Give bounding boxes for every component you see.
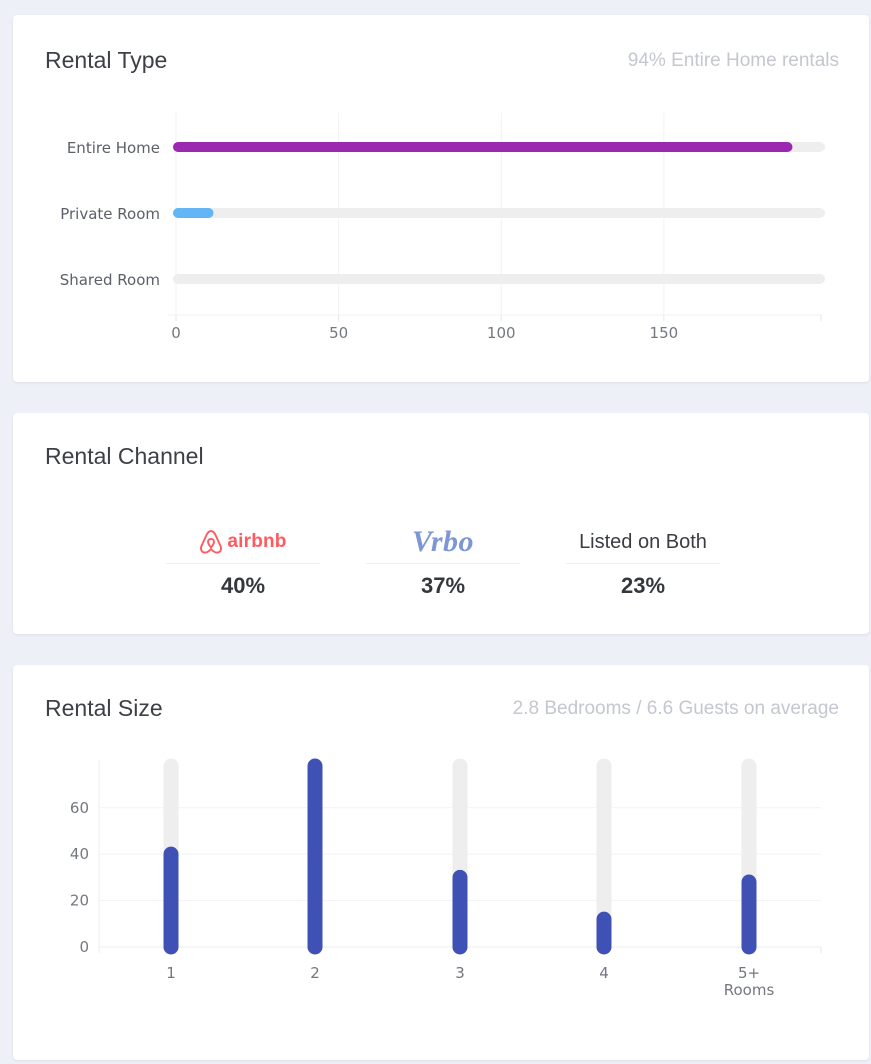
- category-label: Private Room: [60, 205, 160, 223]
- x-tick-label: 3: [455, 964, 465, 982]
- rental-channel-title: Rental Channel: [45, 443, 204, 469]
- x-tick-label: 50: [329, 324, 348, 342]
- x-tick-label: 5+: [738, 964, 760, 982]
- channel-airbnb: airbnb 40%: [166, 521, 320, 599]
- rental-size-chart: 0 20 40 60 1 2 3 4 5+Rooms: [70, 758, 822, 999]
- x-tick-label: 2: [310, 964, 320, 982]
- x-tick-label: 100: [487, 324, 516, 342]
- y-tick-label: 40: [70, 845, 89, 863]
- y-tick-label: 20: [70, 892, 89, 910]
- x-tick-label: 1: [166, 964, 176, 982]
- x-tick-label: 0: [171, 324, 181, 342]
- x-tick-label: Rooms: [724, 981, 775, 999]
- listed-on-both-label: Listed on Both: [579, 530, 707, 553]
- x-tick-label: 4: [599, 964, 609, 982]
- airbnb-percent: 40%: [220, 573, 266, 598]
- vrbo-logo: Vrbo: [366, 521, 520, 564]
- y-tick-label: 60: [70, 799, 89, 817]
- category-label: Entire Home: [67, 139, 160, 157]
- rental-type-card: Rental Type 94% Entire Home rentals 0 50 1…: [13, 15, 869, 382]
- y-tick-label: 0: [79, 938, 89, 956]
- channel-vrbo: Vrbo 37%: [366, 521, 520, 599]
- channel-both: Listed on Both 23%: [566, 521, 720, 599]
- rental-type-chart: 0 50 100 150 Entire Home Private Room Shared R…: [60, 113, 825, 342]
- vrbo-percent: 37%: [420, 573, 466, 598]
- rental-size-card: Rental Size 2.8 Bedrooms / 6.6 Guests on…: [13, 665, 869, 1060]
- airbnb-logo: airbnb: [166, 521, 320, 564]
- airbnb-logo-icon: [200, 530, 223, 554]
- both-percent: 23%: [620, 573, 666, 598]
- both-label-box: Listed on Both: [566, 521, 720, 564]
- airbnb-logo-text: airbnb: [227, 531, 287, 552]
- category-label: Shared Room: [60, 271, 160, 289]
- vrbo-logo-text: Vrbo: [411, 525, 475, 558]
- rental-channel-card: Rental Channel airbnb 40% Vrbo 37% Liste…: [13, 413, 869, 634]
- x-tick-label: 150: [650, 324, 679, 342]
